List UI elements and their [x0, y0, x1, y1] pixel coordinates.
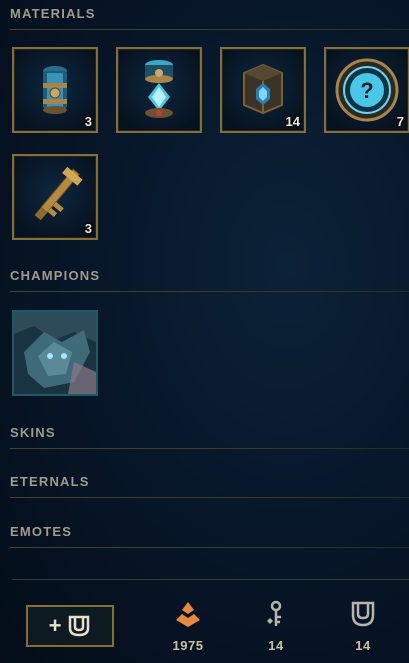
- loot-panel: MATERIALS 3 14 ? 7 3 CHAMPIONS SKINS ETE…: [0, 0, 409, 663]
- section-title-skins: SKINS: [10, 425, 56, 440]
- footer-divider: [12, 579, 409, 580]
- section-title-eternals: ETERNALS: [10, 474, 90, 489]
- currency-value: 14: [355, 638, 371, 653]
- orange-essence-icon: [176, 602, 200, 627]
- currency-value: 1975: [172, 638, 204, 653]
- capsule-icon: [43, 66, 67, 114]
- chest-icon: [69, 615, 90, 637]
- plus-icon: +: [48, 613, 62, 638]
- item-count: 7: [396, 114, 404, 129]
- material-tile-key[interactable]: 3: [12, 154, 98, 240]
- currency-value: 14: [268, 638, 284, 653]
- key-icon: [34, 166, 83, 221]
- chest-icon: [351, 601, 375, 627]
- section-divider: [10, 497, 409, 498]
- section-divider: [10, 448, 409, 449]
- currency-chests: 14: [333, 600, 393, 653]
- section-divider: [10, 291, 409, 292]
- item-count: 3: [84, 114, 92, 129]
- currency-keys: 14: [246, 600, 306, 653]
- champion-portrait-icon: [14, 312, 96, 394]
- currency-orange-essence: 1975: [158, 600, 218, 653]
- material-tile-mystery[interactable]: ? 7: [324, 47, 409, 133]
- craft-key-button[interactable]: +: [26, 605, 114, 647]
- svg-text:?: ?: [360, 78, 373, 103]
- section-title-materials: MATERIALS: [10, 6, 96, 21]
- item-count: 14: [285, 114, 300, 129]
- material-tile-hextech-capsule[interactable]: [116, 47, 202, 133]
- material-tile-capsule[interactable]: 3: [12, 47, 98, 133]
- section-title-champions: CHAMPIONS: [10, 268, 101, 283]
- section-divider: [10, 29, 409, 30]
- mystery-icon: ?: [335, 58, 399, 122]
- key-icon: [267, 600, 282, 626]
- section-divider: [10, 547, 409, 548]
- section-title-emotes: EMOTES: [10, 524, 73, 539]
- hextech-capsule-icon: [145, 60, 173, 118]
- material-tile-chest[interactable]: 14: [220, 47, 306, 133]
- champion-tile[interactable]: [12, 310, 98, 396]
- item-count: 3: [84, 221, 92, 236]
